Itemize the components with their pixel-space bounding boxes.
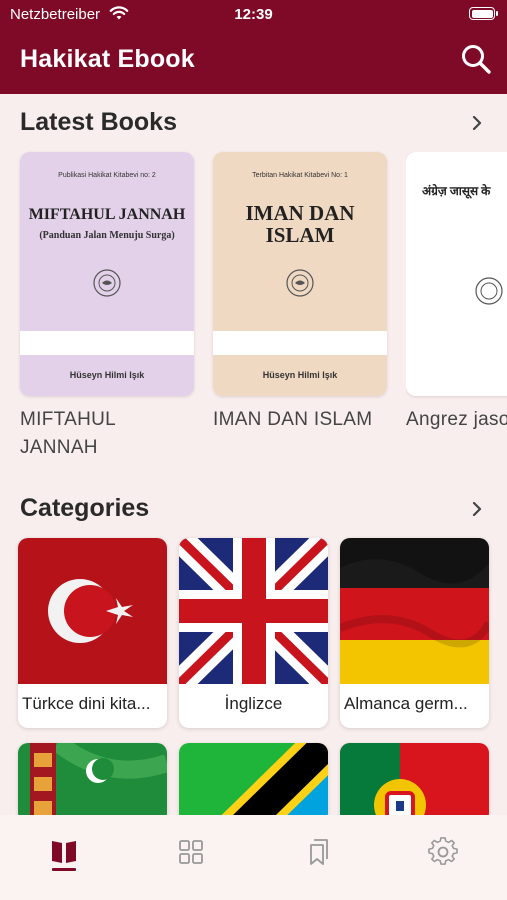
clock: 12:39 [234,6,273,23]
book-cover[interactable]: अंग्रेज़ जासूस के [406,152,507,396]
bottom-tab-bar [0,815,507,900]
book-cover[interactable]: Publikasi Hakikat Kitabevi no: 2 MIFTAHU… [20,152,194,396]
cover-title: IMAN DAN ISLAM [245,201,355,247]
book-title: MIFTAHUL JANNAH [20,409,116,458]
categories-title: Categories [20,494,150,522]
cover-subtitle: (Panduan Jalan Menuju Surga) [39,230,175,241]
book-card[interactable]: Publikasi Hakikat Kitabevi no: 2 MIFTAHU… [20,152,194,462]
cover-author: Hüseyn Hilmi Işık [262,370,338,380]
category-card-inglizce[interactable]: İnglizce [179,538,328,728]
germany-flag-icon [340,538,489,684]
app-title: Hakikat Ebook [20,45,195,73]
turkmenistan-flag-icon [18,743,167,823]
cover-title: अंग्रेज़ जासूस के [422,184,491,198]
cover-band [20,331,194,355]
uk-flag-icon [179,538,328,684]
cover-publisher: Terbitan Hakikat Kitabevi No: 1 [252,172,348,179]
category-label: İnglizce [224,694,283,713]
tanzania-flag-icon [179,743,328,823]
status-bar: Netzbetreiber 12:39 [0,0,507,30]
publisher-seal-icon [286,269,314,297]
book-card[interactable]: Terbitan Hakikat Kitabevi No: 1 IMAN DAN… [213,152,387,434]
bookmarks-icon[interactable] [302,837,332,867]
book-cover[interactable]: Terbitan Hakikat Kitabevi No: 1 IMAN DAN… [213,152,387,396]
battery-icon [469,7,498,20]
category-card-turkmenistan[interactable] [18,743,167,823]
category-card-tanzania[interactable] [179,743,328,823]
latest-books-more-chevron-icon[interactable] [467,113,487,133]
category-card-almanca[interactable]: Almanca germ... [340,538,489,728]
latest-books-title: Latest Books [20,108,177,136]
publisher-seal-icon [93,269,121,297]
category-label: Almanca germ... [344,694,468,713]
category-label: Türkce dini kita... [22,694,151,713]
turkey-flag-icon [18,538,167,684]
cover-band [213,331,387,355]
book-card[interactable]: अंग्रेज़ जासूस के Angrez jasoos [406,152,507,434]
category-card-portugal[interactable] [340,743,489,823]
cover-publisher: Publikasi Hakikat Kitabevi no: 2 [58,172,156,179]
category-card-turkce[interactable]: Türkce dini kita... [18,538,167,728]
search-icon[interactable] [459,42,493,76]
active-tab-indicator [52,868,76,871]
book-title: IMAN DAN ISLAM [213,409,373,430]
book-title: Angrez jasoos [406,409,507,430]
app-header: Netzbetreiber 12:39 Hakikat Ebook [0,0,507,94]
open-book-icon[interactable] [49,837,79,867]
portugal-flag-icon [340,743,489,823]
publisher-seal-icon [475,277,503,305]
categories-more-chevron-icon[interactable] [467,499,487,519]
grid-icon[interactable] [176,837,206,867]
gear-icon[interactable] [428,837,458,867]
cover-title: MIFTAHUL JANNAH [28,206,186,223]
cover-author: Hüseyn Hilmi Işık [69,370,145,380]
